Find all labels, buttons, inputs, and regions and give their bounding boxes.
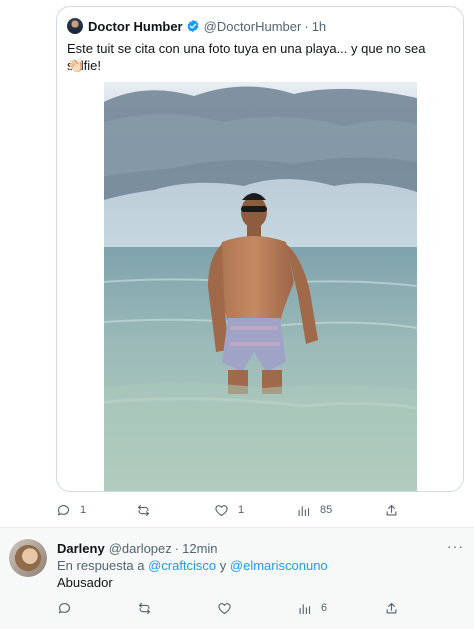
- author-name[interactable]: Darleny: [57, 541, 105, 556]
- views-count: 85: [320, 504, 333, 516]
- reply-button[interactable]: [57, 598, 81, 618]
- heart-icon: [215, 504, 228, 516]
- heart-icon: [218, 602, 231, 614]
- like-button[interactable]: [217, 598, 241, 618]
- views-button[interactable]: 6: [297, 598, 327, 618]
- views-count: 6: [321, 602, 328, 614]
- photo-image: [104, 82, 417, 491]
- timestamp[interactable]: 1h: [312, 19, 326, 34]
- retweet-icon: [137, 504, 150, 516]
- replying-to: En respuesta a @craftcisco y @elmariscon…: [57, 558, 328, 573]
- verified-badge-icon: [187, 19, 199, 33]
- mention-link[interactable]: @craftcisco: [148, 558, 216, 573]
- quoted-tweet-header: Doctor Humber @DoctorHumber · 1h: [67, 17, 326, 35]
- quoted-tweet-actions: 1 1 85: [0, 500, 474, 520]
- separator-dot: ·: [174, 540, 180, 556]
- views-button[interactable]: 85: [296, 500, 332, 520]
- views-chart-icon: [299, 603, 311, 614]
- views-chart-icon: [298, 505, 310, 516]
- share-icon: [386, 602, 397, 613]
- like-button[interactable]: 1: [214, 500, 244, 520]
- avatar[interactable]: [67, 18, 83, 34]
- like-count: 1: [238, 504, 245, 516]
- author-handle[interactable]: @darlopez: [109, 541, 172, 556]
- retweet-button[interactable]: [136, 500, 160, 520]
- replying-prefix: En respuesta a: [57, 558, 149, 573]
- more-options-icon[interactable]: ···: [447, 538, 464, 554]
- clapping-hands-emoji: 👏🏻: [67, 57, 85, 73]
- tweet-text: Este tuit se cita con una foto tuya en u…: [67, 41, 426, 73]
- reply-icon: [58, 602, 71, 613]
- beach-photo[interactable]: [104, 82, 417, 491]
- mention-link[interactable]: @elmarisconuno: [230, 558, 328, 573]
- reply-count: 1: [80, 504, 87, 516]
- reply-tweet[interactable]: Darleny @darlopez · 12min ··· En respues…: [0, 528, 474, 629]
- avatar[interactable]: [9, 539, 47, 577]
- timestamp[interactable]: 12min: [182, 541, 217, 556]
- retweet-icon: [138, 602, 151, 614]
- share-button[interactable]: [384, 500, 399, 520]
- share-button[interactable]: [384, 598, 399, 618]
- reply-tweet-actions: 6: [0, 598, 474, 618]
- share-icon: [386, 504, 397, 515]
- reply-button[interactable]: 1: [56, 500, 86, 520]
- retweet-button[interactable]: [137, 598, 161, 618]
- separator-dot: ·: [304, 18, 309, 34]
- reply-icon: [57, 504, 70, 515]
- replying-join: y: [216, 558, 230, 573]
- author-handle[interactable]: @DoctorHumber: [204, 19, 302, 34]
- quoted-tweet-card[interactable]: Doctor Humber @DoctorHumber · 1h Este tu…: [56, 6, 464, 492]
- tweet-text: Abusador: [57, 575, 113, 590]
- reply-tweet-header: Darleny @darlopez · 12min: [57, 539, 218, 557]
- author-name[interactable]: Doctor Humber: [88, 19, 183, 34]
